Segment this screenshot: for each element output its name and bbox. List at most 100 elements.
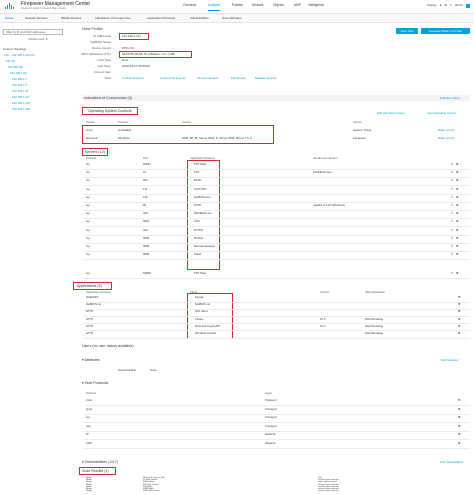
- tree-item[interactable]: 192.168.1.254: [12, 107, 30, 111]
- delete-icon[interactable]: ✖: [458, 302, 461, 306]
- edit-icon[interactable]: ✎: [451, 170, 454, 174]
- bell-icon[interactable]: ●: [440, 3, 442, 7]
- edit-vulns-link[interactable]: Edit Vulnerabilities: [440, 460, 463, 464]
- os-col-product: Product: [118, 120, 128, 124]
- delete-icon[interactable]: ✖: [456, 219, 459, 223]
- row-divider: [84, 218, 470, 220]
- nav-overview[interactable]: Overview: [183, 3, 196, 10]
- attributes-title[interactable]: ▾ Attributes: [82, 358, 100, 362]
- delete-icon[interactable]: ✖: [456, 236, 459, 240]
- filter-input[interactable]: Filter by IP and MAC addresses: [3, 29, 63, 35]
- edit-os-link[interactable]: Edit Operating System: [377, 111, 405, 115]
- nav-devices[interactable]: Devices: [252, 3, 263, 10]
- server-port: 53848: [143, 271, 151, 275]
- edit-icon[interactable]: ✎: [451, 252, 454, 256]
- edit-icon[interactable]: ✎: [451, 271, 454, 275]
- tab-hosts[interactable]: Hosts: [5, 16, 13, 20]
- delete-icon[interactable]: ✖: [458, 324, 461, 328]
- make-current-link[interactable]: Make Current: [438, 136, 455, 140]
- tab-vulnerabilities[interactable]: Vulnerabilities: [190, 16, 209, 20]
- edit-icon[interactable]: ✎: [451, 228, 454, 232]
- hp-layer: Network: [265, 432, 276, 436]
- edit-icon[interactable]: ✎: [451, 178, 454, 182]
- tab-mobile-devices[interactable]: Mobile Devices: [61, 16, 81, 20]
- server-port: 8080: [143, 252, 150, 257]
- hp-protocol: tcp: [86, 415, 90, 419]
- tab-network-devices[interactable]: Network Devices: [25, 16, 48, 20]
- delete-icon[interactable]: ✖: [458, 331, 461, 335]
- os-col-version: Version: [182, 120, 192, 124]
- delete-icon[interactable]: ✖: [456, 271, 459, 275]
- delete-icon[interactable]: ✖: [456, 178, 459, 182]
- delete-icon[interactable]: ✖: [458, 424, 461, 428]
- nav-intelligence[interactable]: Intelligence: [308, 3, 324, 10]
- delete-icon[interactable]: ✖: [458, 398, 461, 402]
- view-os-link[interactable]: View Operating System: [427, 111, 456, 115]
- tree-item[interactable]: 192 (8): [6, 59, 15, 63]
- nav-analysis[interactable]: Analysis: [208, 3, 220, 11]
- server-port: 554: [143, 178, 148, 183]
- edit-rule-states-link[interactable]: Edit Rule States: [440, 96, 460, 100]
- nav-amp[interactable]: AMP: [294, 3, 301, 10]
- nav-objects[interactable]: Objects: [273, 3, 284, 10]
- delete-icon[interactable]: ✖: [456, 244, 459, 248]
- delete-icon[interactable]: ✖: [458, 317, 461, 321]
- app-version: 87.0: [320, 316, 326, 321]
- edit-icon[interactable]: ✎: [451, 195, 454, 199]
- user-menu[interactable]: admin: [455, 3, 463, 7]
- ioc-header[interactable]: Indications of Compromise (0): [82, 95, 470, 101]
- delete-icon[interactable]: ✖: [456, 170, 459, 174]
- edit-icon[interactable]: ✎: [451, 244, 454, 248]
- view-link-intrusion[interactable]: Intrusion Events: [197, 76, 219, 80]
- view-link-file[interactable]: File Events: [231, 76, 246, 80]
- delete-icon[interactable]: ✖: [456, 203, 459, 207]
- tree-item[interactable]: 192.168.1.117: [12, 95, 30, 99]
- vulns-title[interactable]: ▾ Vulnerabilities (1117): [82, 460, 118, 464]
- scan-host-button[interactable]: Scan Host: [396, 28, 418, 34]
- delete-icon[interactable]: ✖: [458, 441, 461, 445]
- view-link-context[interactable]: Context Explorer: [122, 76, 144, 80]
- make-current-link[interactable]: Make Current: [438, 128, 455, 132]
- delete-icon[interactable]: ✖: [458, 432, 461, 436]
- edit-icon[interactable]: ✎: [451, 211, 454, 215]
- nav-policies[interactable]: Policies: [232, 3, 243, 10]
- deploy-link[interactable]: Deploy: [427, 3, 436, 7]
- tree-item[interactable]: 192.168.1.10: [12, 89, 28, 93]
- tab-host-attributes[interactable]: Host Attributes: [222, 16, 242, 20]
- delete-icon[interactable]: ✖: [456, 162, 459, 166]
- app-client: Firefox: [195, 316, 204, 321]
- tree-item[interactable]: 192.168.1 (8): [10, 71, 27, 75]
- gear-icon[interactable]: ⚙: [444, 3, 447, 7]
- left-panel: Filter by IP and MAC addresses Unique ho…: [0, 23, 66, 223]
- delete-icon[interactable]: ✖: [458, 415, 461, 419]
- edit-attributes-link[interactable]: Edit Attributes: [441, 358, 458, 362]
- tree-item[interactable]: 192.168.1.5: [12, 83, 27, 87]
- edit-icon[interactable]: ✎: [451, 203, 454, 207]
- delete-icon[interactable]: ✖: [456, 228, 459, 232]
- tree-item[interactable]: 192.168.1.200: [12, 101, 30, 105]
- edit-icon[interactable]: ✎: [451, 162, 454, 166]
- edit-icon[interactable]: ✎: [451, 187, 454, 191]
- row-divider: [84, 315, 470, 317]
- delete-icon[interactable]: ✖: [456, 252, 459, 256]
- tree-item[interactable]: 192.168 (8): [8, 65, 22, 69]
- tree-item[interactable]: LAN - 192.168.1.0/24 (8): [4, 53, 35, 57]
- tab-ioc[interactable]: Indications of Compromise: [95, 16, 131, 20]
- tab-app-protocols[interactable]: Application Protocols: [147, 16, 175, 20]
- row-divider: [84, 193, 470, 195]
- delete-icon[interactable]: ✖: [456, 211, 459, 215]
- edit-icon[interactable]: ✎: [451, 236, 454, 240]
- tree-item[interactable]: 192.168.1.1: [12, 77, 27, 81]
- delete-icon[interactable]: ✖: [456, 187, 459, 191]
- view-link-connection[interactable]: Connection Events: [160, 76, 185, 80]
- generate-profile-button[interactable]: Generate White List Profile: [421, 28, 470, 34]
- edit-icon[interactable]: ✎: [451, 219, 454, 223]
- delete-icon[interactable]: ✖: [456, 195, 459, 199]
- delete-icon[interactable]: ✖: [458, 407, 461, 411]
- hp-layer: Network: [265, 440, 276, 445]
- delete-icon[interactable]: ✖: [458, 295, 461, 299]
- view-link-malware[interactable]: Malware Events: [255, 76, 276, 80]
- host-protocols-title[interactable]: ▾ Host Protocols: [82, 381, 108, 385]
- help-icon[interactable]: ?: [450, 3, 452, 7]
- delete-icon[interactable]: ✖: [458, 309, 461, 313]
